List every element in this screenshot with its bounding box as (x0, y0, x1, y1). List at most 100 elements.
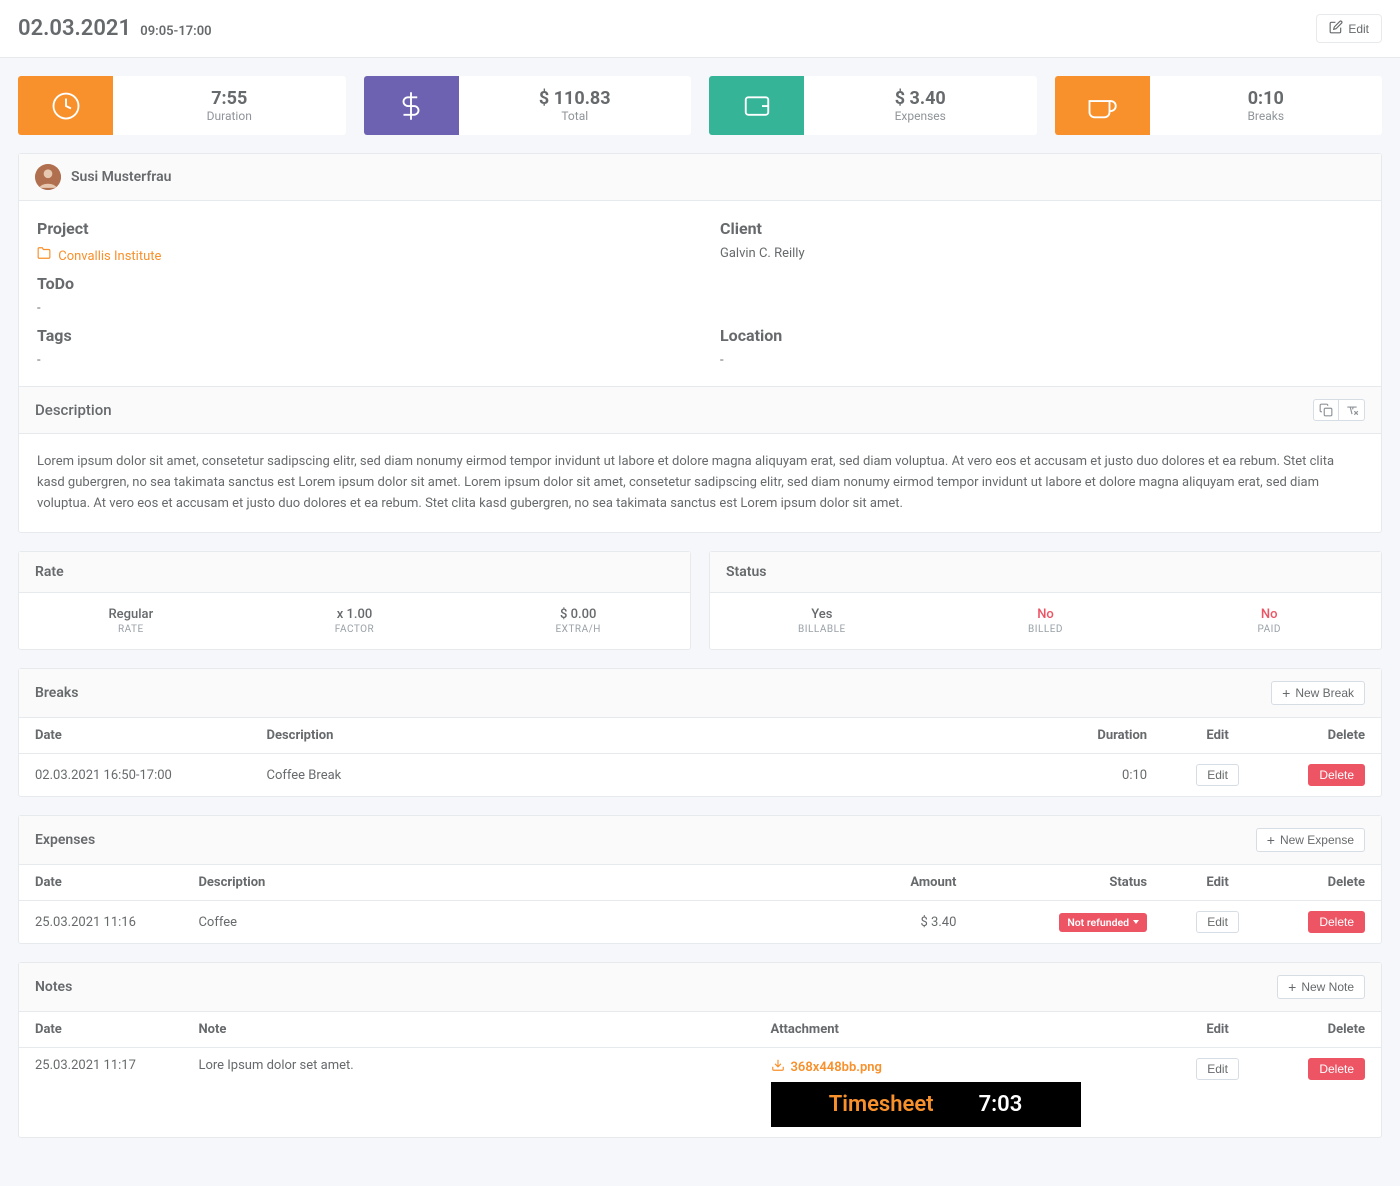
expenses-card: Expenses + New Expense Date Description … (18, 815, 1382, 944)
breaks-col-delete: Delete (1272, 718, 1381, 754)
expenses-col-desc: Description (182, 865, 781, 901)
page-header: 02.03.2021 09:05-17:00 Edit (0, 0, 1400, 58)
status-sub-1: BILLED (934, 624, 1158, 635)
plus-icon: + (1282, 686, 1290, 700)
stat-expenses: $ 3.40 Expenses (709, 76, 1037, 135)
field-location-value: - (720, 353, 1363, 368)
preview-title: Timesheet (829, 1092, 934, 1117)
breaks-table: Date Description Duration Edit Delete 02… (19, 718, 1381, 796)
notes-col-edit: Edit (1163, 1012, 1272, 1048)
rate-value-2: $ 0.00 (466, 607, 690, 622)
fields-grid: Project Convallis Institute Client Galvi… (19, 201, 1381, 386)
field-project: Project Convallis Institute (37, 219, 680, 264)
table-row: 25.03.2021 11:17 Lore Ipsum dolor set am… (19, 1048, 1381, 1138)
preview-time: 7:03 (979, 1092, 1023, 1117)
expense-date: 25.03.2021 11:16 (19, 901, 182, 944)
note-delete-button[interactable]: Delete (1308, 1058, 1365, 1080)
avatar (35, 164, 61, 190)
stat-duration: 7:55 Duration (18, 76, 346, 135)
new-expense-button[interactable]: + New Expense (1256, 828, 1365, 852)
expense-desc: Coffee (182, 901, 781, 944)
note-edit-button[interactable]: Edit (1196, 1058, 1239, 1080)
breaks-title: Breaks (35, 685, 78, 701)
edit-button[interactable]: Edit (1316, 14, 1382, 43)
stat-duration-label: Duration (207, 109, 252, 123)
field-client-label: Client (720, 219, 1363, 238)
field-todo-label: ToDo (37, 274, 680, 293)
status-value-1: No (934, 607, 1158, 622)
clock-icon (18, 76, 113, 135)
break-desc: Coffee Break (251, 754, 1000, 797)
caret-down-icon (1133, 920, 1139, 924)
expense-delete-button[interactable]: Delete (1308, 911, 1365, 933)
field-todo-value: - (37, 301, 680, 316)
note-date: 25.03.2021 11:17 (19, 1048, 182, 1138)
breaks-col-edit: Edit (1163, 718, 1272, 754)
field-tags-value: - (37, 353, 680, 368)
field-location-label: Location (720, 326, 1363, 345)
new-note-button[interactable]: + New Note (1277, 975, 1365, 999)
download-icon (771, 1058, 785, 1076)
attachment-preview: Timesheet 7:03 (771, 1082, 1081, 1127)
notes-col-date: Date (19, 1012, 182, 1048)
expenses-col-date: Date (19, 865, 182, 901)
description-header: Description (19, 386, 1381, 434)
field-project-label: Project (37, 219, 680, 238)
table-row: 02.03.2021 16:50-17:00 Coffee Break 0:10… (19, 754, 1381, 797)
expense-edit-button[interactable]: Edit (1196, 911, 1239, 933)
new-break-button[interactable]: + New Break (1271, 681, 1365, 705)
expenses-col-amount: Amount (782, 865, 973, 901)
notes-title: Notes (35, 979, 72, 995)
new-break-label: New Break (1295, 686, 1354, 700)
notes-card: Notes + New Note Date Note Attachment Ed… (18, 962, 1382, 1138)
attachment-link[interactable]: 368x448bb.png (771, 1058, 882, 1076)
break-date: 02.03.2021 16:50-17:00 (19, 754, 251, 797)
new-note-label: New Note (1301, 980, 1354, 994)
stat-total: $ 110.83 Total (364, 76, 692, 135)
folder-icon (37, 249, 54, 264)
plus-icon: + (1288, 980, 1296, 994)
description-text: Lorem ipsum dolor sit amet, consetetur s… (19, 434, 1381, 532)
expense-status-badge[interactable]: Not refunded (1059, 913, 1147, 932)
status-card: Status Yes BILLABLE No BILLED No PAID (709, 551, 1382, 650)
status-sub-0: BILLABLE (710, 624, 934, 635)
stats-row: 7:55 Duration $ 110.83 Total $ 3.40 Expe… (18, 76, 1382, 135)
rate-sub-2: EXTRA/H (466, 624, 690, 635)
expenses-col-status: Status (972, 865, 1163, 901)
status-value-0: Yes (710, 607, 934, 622)
field-todo: ToDo - (37, 274, 680, 316)
notes-col-attachment: Attachment (755, 1012, 1164, 1048)
break-edit-button[interactable]: Edit (1196, 764, 1239, 786)
stat-total-label: Total (561, 109, 588, 123)
break-delete-button[interactable]: Delete (1308, 764, 1365, 786)
user-name: Susi Musterfrau (71, 169, 171, 185)
stat-breaks-value: 0:10 (1248, 88, 1284, 109)
stat-breaks: 0:10 Breaks (1055, 76, 1383, 135)
expense-amount: $ 3.40 (782, 901, 973, 944)
notes-table: Date Note Attachment Edit Delete 25.03.2… (19, 1012, 1381, 1137)
rate-card: Rate Regular RATE x 1.00 FACTOR $ 0.00 E… (18, 551, 691, 650)
details-card: Susi Musterfrau Project Convallis Instit… (18, 153, 1382, 533)
header-time: 09:05-17:00 (140, 24, 211, 39)
edit-button-label: Edit (1348, 22, 1369, 36)
plus-icon: + (1267, 833, 1275, 847)
field-client: Client Galvin C. Reilly (720, 219, 1363, 264)
rate-title: Rate (35, 564, 64, 580)
header-date: 02.03.2021 (18, 16, 131, 41)
status-value-2: No (1157, 607, 1381, 622)
wallet-icon (709, 76, 804, 135)
copy-icon-button[interactable] (1313, 399, 1339, 421)
project-link[interactable]: Convallis Institute (58, 249, 161, 264)
note-text: Lore Ipsum dolor set amet. (182, 1048, 754, 1138)
status-sub-2: PAID (1157, 624, 1381, 635)
clear-format-icon-button[interactable] (1339, 399, 1365, 421)
break-duration: 0:10 (1000, 754, 1163, 797)
notes-col-delete: Delete (1272, 1012, 1381, 1048)
user-row: Susi Musterfrau (19, 154, 1381, 201)
description-title: Description (35, 401, 112, 419)
pencil-icon (1329, 20, 1343, 37)
notes-col-note: Note (182, 1012, 754, 1048)
stat-breaks-label: Breaks (1247, 109, 1284, 123)
field-client-value: Galvin C. Reilly (720, 246, 1363, 261)
status-title: Status (726, 564, 766, 580)
